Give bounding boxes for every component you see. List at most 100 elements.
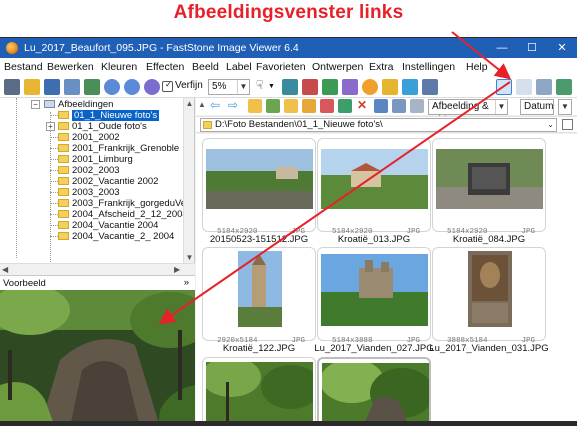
tree-item-06[interactable]: 2002_2003 [58, 165, 120, 176]
thumbnail-filename[interactable]: Kroatië_084.JPG [419, 234, 559, 245]
print-icon[interactable] [422, 79, 438, 95]
fullscreen-layout-icon[interactable] [536, 79, 552, 95]
folder-icon [203, 121, 212, 129]
menu-beeld[interactable]: Beeld [192, 61, 219, 73]
tree-item-01[interactable]: 01_1_Nieuwe foto's [58, 110, 160, 121]
menu-label[interactable]: Label [226, 61, 252, 73]
rotate-icon[interactable] [338, 99, 352, 113]
scroll-right-icon[interactable]: ▶ [174, 265, 180, 274]
actual-size-icon[interactable] [144, 79, 160, 95]
menu-help[interactable]: Help [466, 61, 488, 73]
menu-favorieten[interactable]: Favorieten [256, 61, 306, 73]
menu-kleuren[interactable]: Kleuren [101, 61, 137, 73]
tree-item-05[interactable]: 2001_Limburg [58, 154, 133, 165]
export-icon[interactable] [84, 79, 100, 95]
menu-bewerken[interactable]: Bewerken [47, 61, 94, 73]
scroll-down-icon[interactable]: ▼ [184, 252, 194, 263]
minimize-button[interactable]: — [487, 39, 517, 57]
folder-icon [58, 232, 69, 240]
resize-icon[interactable] [302, 79, 318, 95]
thumbnail-layout-icon[interactable] [496, 79, 512, 95]
save-icon[interactable] [44, 79, 60, 95]
tree-item-label: 2004_Afscheid_2_12_2004 [72, 209, 188, 220]
tree-item-11[interactable]: 2004_Vacantie 2004 [58, 220, 158, 231]
tree-item-03[interactable]: 2001_2002 [58, 132, 120, 143]
thumbnail-grid: 5184x2920 JPG 20150523-151512.JPG 5184x29… [196, 134, 577, 426]
menu-extra[interactable]: Extra [369, 61, 394, 73]
file-type-filter[interactable]: Afbeelding & Video▼ [428, 99, 508, 126]
tree-item-02[interactable]: 01_1_Oude foto's [58, 121, 147, 132]
app-window: Lu_2017_Beaufort_095.JPG - FastStone Ima… [0, 37, 577, 426]
share-icon[interactable] [402, 79, 418, 95]
folder-icon [58, 177, 69, 185]
path-input[interactable]: D:\Foto Bestanden\01_1_Nieuwe foto's\ ⌄ [200, 118, 557, 132]
thumbnail-card[interactable]: 5184x2920 JPG [432, 138, 546, 236]
thumbnail-card[interactable]: 5184x2920 JPG [202, 138, 316, 236]
select-all-icon[interactable] [374, 99, 388, 113]
tree-item-07[interactable]: 2002_Vacantie 2002 [58, 176, 158, 187]
menu-effecten[interactable]: Effecten [146, 61, 184, 73]
open-folder-icon[interactable] [24, 79, 40, 95]
preview-title: Voorbeeld [3, 278, 46, 289]
new-folder-icon[interactable] [284, 99, 298, 113]
menu-bestand[interactable]: Bestand [4, 61, 43, 73]
thumbnail-card[interactable]: 2920x5184 JPG [202, 247, 316, 345]
thumbnail-filename[interactable]: Lu_2017_Vianden_031.JPG [419, 343, 559, 354]
folder-icon [58, 144, 69, 152]
slideshow-icon[interactable] [322, 79, 338, 95]
save-as-icon[interactable] [64, 79, 80, 95]
tree-expand-button[interactable]: + [46, 122, 55, 131]
close-button[interactable]: ✕ [547, 39, 577, 57]
tree-item-label: 01_1_Oude foto's [72, 121, 147, 132]
user-icon[interactable] [382, 79, 398, 95]
path-dropdown-icon[interactable]: ⌄ [547, 119, 554, 131]
zoom-out-icon[interactable] [124, 79, 140, 95]
back-arrow-icon[interactable]: ⇦ [210, 98, 220, 112]
tree-item-label: 2003_2003 [72, 187, 120, 198]
menu-ontwerpen[interactable]: Ontwerpen [312, 61, 363, 73]
camera-icon[interactable] [4, 79, 20, 95]
zoom-combo[interactable]: 5% ▼ [208, 79, 250, 95]
scroll-up-icon[interactable]: ▲ [184, 98, 194, 109]
grid-view-icon[interactable] [392, 99, 406, 113]
tree-item-08[interactable]: 2003_2003 [58, 187, 120, 198]
tree-item-04[interactable]: 2001_Frankrijk_Grenoble [58, 143, 179, 154]
collapse-tree-icon[interactable]: ▲ [198, 100, 206, 109]
tree-horizontal-scrollbar[interactable]: ◀ ▶ [0, 263, 195, 274]
tree-collapse-root[interactable]: − [31, 100, 40, 109]
tree-item-09[interactable]: 2003_Frankrijk_gorgeduVerdon [58, 198, 194, 209]
list-view-icon[interactable] [410, 99, 424, 113]
thumbnail-card[interactable]: 3888x5184 JPG [432, 247, 546, 345]
delete-icon[interactable]: ✕ [357, 98, 367, 112]
folder-icon [58, 166, 69, 174]
tree-item-12[interactable]: 2004_Vacantie_2_ 2004 [58, 231, 174, 242]
copy-to-icon[interactable] [302, 99, 316, 113]
crop-icon[interactable] [282, 79, 298, 95]
tree-item-label: 01_1_Nieuwe foto's [72, 110, 160, 121]
sort-dropdown[interactable]: ▼ [558, 99, 572, 115]
hand-tool-icon[interactable]: ☟ [256, 78, 263, 92]
tree-item-label: 2001_Frankrijk_Grenoble [72, 143, 180, 154]
forward-arrow-icon[interactable]: ⇨ [228, 98, 238, 112]
compare-icon[interactable] [342, 79, 358, 95]
preview-layout-icon[interactable] [516, 79, 532, 95]
tree-root[interactable]: Afbeeldingen [44, 99, 113, 110]
thumbnail-card[interactable]: 5184x3888 JPG [317, 247, 431, 345]
thumbnail-card-selected[interactable] [317, 357, 431, 426]
move-to-icon[interactable] [320, 99, 334, 113]
menu-instellingen[interactable]: Instellingen [402, 61, 455, 73]
zoom-in-icon[interactable] [104, 79, 120, 95]
bookmark-folder-icon[interactable] [562, 119, 573, 130]
sort-combo[interactable]: Datum [520, 99, 554, 115]
preview-collapse-icon[interactable]: » [184, 277, 189, 288]
refresh-folder-icon[interactable] [266, 99, 280, 113]
thumbnail-card[interactable]: 5184x2920 JPG [317, 138, 431, 236]
expand-icon[interactable] [556, 79, 572, 95]
settings-icon[interactable] [362, 79, 378, 95]
scroll-left-icon[interactable]: ◀ [2, 265, 8, 274]
folder-icon [58, 221, 69, 229]
thumbnail-card[interactable] [202, 357, 316, 426]
up-folder-icon[interactable] [248, 99, 262, 113]
maximize-button[interactable]: ☐ [517, 39, 547, 57]
tree-item-10[interactable]: 2004_Afscheid_2_12_2004 [58, 209, 188, 220]
